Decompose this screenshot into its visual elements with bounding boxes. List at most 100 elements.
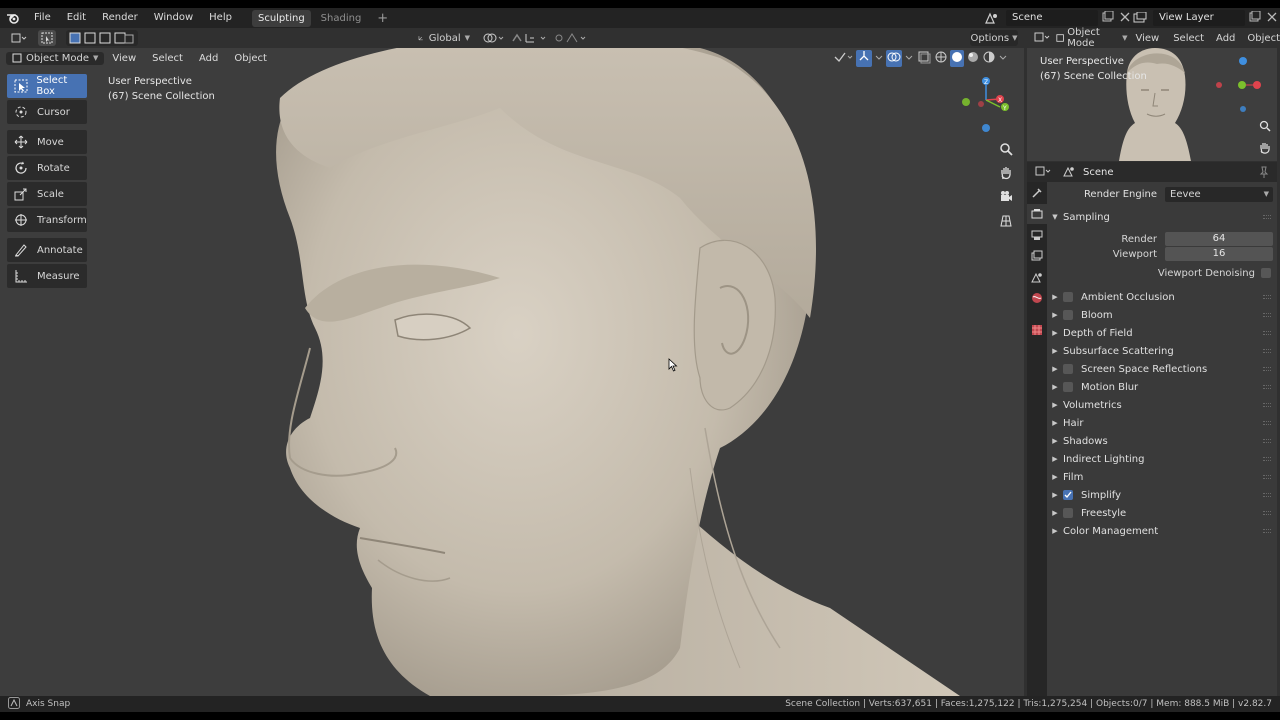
camera-view-icon[interactable]: [996, 186, 1016, 208]
screen-space-reflections-checkbox[interactable]: [1063, 364, 1073, 374]
delete-scene-icon[interactable]: [1120, 12, 1130, 25]
menu-edit[interactable]: Edit: [59, 8, 94, 28]
panel-screen-space-reflections[interactable]: ▶ Screen Space Reflections: [1047, 360, 1275, 378]
pivot-point-icon[interactable]: [481, 30, 507, 46]
overlay-dropdown-icon[interactable]: [904, 50, 914, 67]
zoom-icon[interactable]: [996, 138, 1016, 160]
visibility-icon[interactable]: [832, 50, 854, 67]
options-dropdown[interactable]: Options ▼: [970, 30, 1018, 46]
panel-volumetrics[interactable]: ▶ Volumetrics: [1047, 396, 1275, 414]
simplify-checkbox[interactable]: [1063, 490, 1073, 500]
drag-handle-icon[interactable]: [1263, 439, 1271, 443]
interaction-mode-dropdown[interactable]: Object Mode ▼: [6, 51, 105, 65]
solid-shading-icon[interactable]: [950, 50, 964, 67]
panel-freestyle[interactable]: ▶ Freestyle: [1047, 504, 1275, 522]
overlay-toggle-icon[interactable]: [886, 50, 902, 67]
drag-handle-icon[interactable]: [1263, 367, 1271, 371]
menu-render[interactable]: Render: [94, 8, 146, 28]
3d-viewport[interactable]: [0, 48, 1024, 696]
tool-move[interactable]: Move: [7, 130, 87, 154]
shading-dropdown-icon[interactable]: [998, 50, 1008, 67]
tab-shading[interactable]: Shading: [315, 10, 368, 27]
mini-menu-object[interactable]: Object: [1247, 33, 1280, 44]
panel-motion-blur[interactable]: ▶ Motion Blur: [1047, 378, 1275, 396]
tab-sculpting[interactable]: Sculpting: [251, 9, 311, 27]
tool-measure[interactable]: Measure: [7, 264, 87, 288]
tool-select-box[interactable]: Select Box: [7, 74, 87, 98]
zoom-icon[interactable]: [1259, 120, 1271, 135]
view-layer-name-field[interactable]: View Layer: [1153, 10, 1245, 26]
panel-film[interactable]: ▶ Film: [1047, 468, 1275, 486]
drag-handle-icon[interactable]: [1263, 457, 1271, 461]
viewport-menu-select[interactable]: Select: [144, 53, 191, 64]
tool-transform[interactable]: Transform: [7, 208, 87, 232]
tool-cursor[interactable]: Cursor: [7, 100, 87, 124]
drag-handle-icon[interactable]: [1263, 313, 1271, 317]
rendered-shading-icon[interactable]: [982, 50, 996, 67]
wireframe-shading-icon[interactable]: [934, 50, 948, 67]
add-workspace-icon[interactable]: +: [377, 11, 388, 26]
navigation-gizmo[interactable]: Z X Y: [955, 72, 1015, 139]
sampling-panel-header[interactable]: ▼ Sampling: [1047, 208, 1275, 226]
view-layer-tab-icon[interactable]: [1027, 246, 1047, 266]
viewport-menu-view[interactable]: View: [104, 53, 144, 64]
panel-ambient-occlusion[interactable]: ▶ Ambient Occlusion: [1047, 288, 1275, 306]
tool-scale[interactable]: Scale: [7, 182, 87, 206]
drag-handle-icon[interactable]: [1263, 511, 1271, 515]
motion-blur-checkbox[interactable]: [1063, 382, 1073, 392]
texture-tab-icon[interactable]: [1027, 320, 1047, 340]
editor-type-icon[interactable]: [8, 30, 30, 46]
drag-handle-icon[interactable]: [1263, 421, 1271, 425]
viewport-menu-add[interactable]: Add: [191, 53, 226, 64]
perspective-toggle-icon[interactable]: [996, 210, 1016, 232]
mini-menu-view[interactable]: View: [1135, 33, 1159, 44]
drag-handle-icon[interactable]: [1263, 475, 1271, 479]
proportional-editing-icon[interactable]: [552, 30, 590, 46]
new-view-layer-icon[interactable]: [1249, 10, 1261, 26]
panel-indirect-lighting[interactable]: ▶ Indirect Lighting: [1047, 450, 1275, 468]
delete-view-layer-icon[interactable]: [1267, 12, 1277, 25]
pin-icon[interactable]: [1259, 166, 1269, 181]
mini-menu-add[interactable]: Add: [1216, 33, 1235, 44]
panel-hair[interactable]: ▶ Hair: [1047, 414, 1275, 432]
mini-menu-select[interactable]: Select: [1173, 33, 1204, 44]
drag-handle-icon[interactable]: [1263, 403, 1271, 407]
viewport-denoising-checkbox[interactable]: [1261, 268, 1271, 278]
menu-file[interactable]: File: [26, 8, 59, 28]
view-layer-selector[interactable]: View Layer: [1133, 9, 1277, 27]
tool-annotate[interactable]: Annotate: [7, 238, 87, 262]
render-tab-icon[interactable]: [1027, 204, 1047, 224]
drag-handle-icon[interactable]: [1263, 529, 1271, 533]
panel-color-management[interactable]: ▶ Color Management: [1047, 522, 1275, 540]
transform-orientation-dropdown[interactable]: Global ▼: [418, 30, 470, 46]
menu-window[interactable]: Window: [146, 8, 201, 28]
tool-tab-icon[interactable]: [1027, 183, 1047, 203]
panel-simplify[interactable]: ▶ Simplify: [1047, 486, 1275, 504]
panel-shadows[interactable]: ▶ Shadows: [1047, 432, 1275, 450]
scene-tab-icon[interactable]: [1027, 267, 1047, 287]
render-engine-dropdown[interactable]: Eevee ▼: [1165, 186, 1273, 202]
panel-bloom[interactable]: ▶ Bloom: [1047, 306, 1275, 324]
snap-icon[interactable]: [510, 30, 550, 46]
blender-logo-icon[interactable]: [0, 12, 26, 24]
editor-type-icon[interactable]: [1034, 32, 1050, 45]
viewport-samples-field[interactable]: 16: [1165, 247, 1273, 261]
select-mode-buttons[interactable]: [66, 30, 138, 46]
scene-name-field[interactable]: Scene: [1006, 10, 1098, 26]
pan-hand-icon[interactable]: [1259, 142, 1271, 157]
drag-handle-icon[interactable]: [1263, 295, 1271, 299]
freestyle-checkbox[interactable]: [1063, 508, 1073, 518]
gizmo-dropdown-icon[interactable]: [874, 50, 884, 67]
panel-subsurface-scattering[interactable]: ▶ Subsurface Scattering: [1047, 342, 1275, 360]
ambient-occlusion-checkbox[interactable]: [1063, 292, 1073, 302]
mini-interaction-mode-dropdown[interactable]: Object Mode ▼: [1056, 27, 1127, 49]
menu-help[interactable]: Help: [201, 8, 240, 28]
output-tab-icon[interactable]: [1027, 225, 1047, 245]
pan-hand-icon[interactable]: [996, 162, 1016, 184]
drag-handle-icon[interactable]: [1263, 331, 1271, 335]
mini-3d-viewport[interactable]: User Perspective (67) Scene Collection: [1027, 48, 1277, 161]
xray-toggle-icon[interactable]: [916, 50, 932, 67]
editor-type-icon[interactable]: [1035, 166, 1051, 179]
viewport-menu-object[interactable]: Object: [226, 53, 275, 64]
drag-handle-icon[interactable]: [1263, 215, 1271, 219]
